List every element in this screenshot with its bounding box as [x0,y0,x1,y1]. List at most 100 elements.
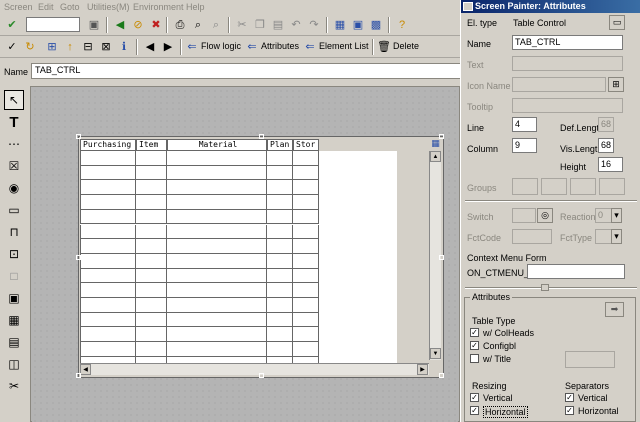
resize-handle[interactable] [76,255,81,260]
pin-icon[interactable]: ↑ [62,39,78,55]
undo-icon[interactable]: ↶ [288,17,304,33]
column-field[interactable]: 9 [512,138,537,153]
check-icon[interactable]: ✓ [4,39,20,55]
configbl-checkbox[interactable]: ✓ [470,341,479,350]
where-used-icon[interactable]: ⊠ [98,39,114,55]
text-attr-label: Text [467,60,484,70]
subscreen-icon[interactable]: ▣ [4,288,24,308]
column-header[interactable]: Item [136,139,167,151]
column-header[interactable]: Plan [267,139,293,151]
sep-horizontal-checkbox[interactable]: ✓ [565,406,574,415]
resize-handle[interactable] [439,134,444,139]
table-control[interactable]: Purchasing Item Material Plan Stor ▦ ▲ ▼… [76,134,444,378]
name-field[interactable]: TAB_CTRL [31,63,461,79]
tabstrip-wizard-icon[interactable]: ⊡ [4,244,24,264]
colheads-checkbox[interactable]: ✓ [470,328,479,337]
cancel-icon[interactable]: ✖ [148,17,164,33]
paste-icon[interactable]: ▤ [270,17,286,33]
title-checkbox[interactable] [470,354,479,363]
fcttype-dropdown-icon[interactable]: ▾ [611,229,622,244]
element-list-button[interactable]: Element List [319,41,369,51]
column-header[interactable]: Material [167,139,267,151]
dialog-title-bar[interactable]: Screen Painter: Attributes [461,0,640,13]
column-header[interactable]: Purchasing [80,139,136,151]
find-next-icon[interactable]: ⌕ [208,17,224,33]
resize-handle[interactable] [439,373,444,378]
flow-logic-button[interactable]: Flow logic [201,41,241,51]
fctcode-label: FctCode [467,233,502,243]
splitter-handle[interactable] [541,284,549,291]
name-attr-field[interactable]: TAB_CTRL [512,35,623,50]
icon-picker-icon[interactable]: ⊞ [608,77,624,92]
resize-handle[interactable] [76,134,81,139]
tooltip-field [512,98,623,113]
element-type-icon[interactable]: ▭ [609,15,625,30]
scroll-up-icon[interactable]: ▲ [430,151,441,162]
menu-utilities[interactable]: Utilities(M) [87,2,130,12]
command-field[interactable] [26,17,80,32]
sep-vertical-checkbox[interactable]: ✓ [565,393,574,402]
line-field[interactable]: 4 [512,117,537,132]
previous-icon[interactable]: ◀ [142,39,158,55]
resize-handle[interactable] [439,255,444,260]
table-cell [167,327,267,343]
layout-icon[interactable]: ▦ [332,17,348,33]
menu-help[interactable]: Help [186,2,205,12]
horizontal-scrollbar[interactable]: ◀ ▶ [80,363,429,375]
box-icon[interactable]: □ [4,266,24,286]
checkbox-icon[interactable]: ☒ [4,156,24,176]
window-icon[interactable]: ▣ [350,17,366,33]
settings-icon[interactable]: ▩ [368,17,384,33]
table-control-icon[interactable]: ▦ [4,310,24,330]
reaction-dropdown-icon[interactable]: ▾ [611,208,622,223]
arrow-left-icon: ⇐ [187,40,197,53]
switch-toggle-icon[interactable]: ◎ [537,208,553,223]
column-header[interactable]: Stor [293,139,319,151]
custom-control-icon[interactable]: ◫ [4,354,24,374]
vis-length-field[interactable]: 68 [598,138,614,153]
back-icon[interactable]: ◀ [112,17,128,33]
next-icon[interactable]: ▶ [160,39,176,55]
scroll-down-icon[interactable]: ▼ [430,348,441,359]
pushbutton-icon[interactable]: ▭ [4,200,24,220]
object-list-icon[interactable]: ⊟ [80,39,96,55]
configbl-label: Configbl [483,341,517,351]
resizing-horizontal-checkbox[interactable]: ✓ [470,406,479,415]
vis-length-label: Vis.Lengtl [560,144,600,154]
cut-icon[interactable]: ✂ [234,17,250,33]
table-settings-icon[interactable]: ▦ [430,138,441,149]
select-pointer-icon[interactable]: ↖ [4,90,24,110]
delete-button[interactable]: Delete [393,41,419,51]
text-field-icon[interactable]: T [4,112,24,132]
radio-button-icon[interactable]: ◉ [4,178,24,198]
height-field[interactable]: 16 [598,157,623,172]
menu-edit[interactable]: Edit [38,2,54,12]
activate-icon[interactable]: ↻ [22,39,38,55]
exit-icon[interactable]: ⊘ [130,17,146,33]
copy-icon[interactable]: ❐ [252,17,268,33]
status-icon[interactable]: ✂ [4,376,24,396]
resize-handle[interactable] [76,373,81,378]
menu-screen[interactable]: Screen [4,2,33,12]
print-icon[interactable]: ⎙ [172,17,188,33]
menu-goto[interactable]: Goto [60,2,80,12]
arrow-right-icon[interactable]: ➡ [605,302,624,317]
scroll-left-icon[interactable]: ◀ [80,364,91,375]
enter-icon[interactable]: ✔ [4,17,20,33]
find-icon[interactable]: ⌕ [190,17,206,33]
table-wizard-icon[interactable]: ▤ [4,332,24,352]
scroll-right-icon[interactable]: ▶ [417,364,428,375]
redo-icon[interactable]: ↷ [306,17,322,33]
resize-handle[interactable] [259,134,264,139]
tabstrip-icon[interactable]: ⊓ [4,222,24,242]
resize-handle[interactable] [259,373,264,378]
menu-environment[interactable]: Environment [133,2,184,12]
resizing-vertical-checkbox[interactable]: ✓ [470,393,479,402]
hierarchy-icon[interactable]: ⊞ [44,39,60,55]
help-icon[interactable]: ? [394,17,410,33]
attributes-button[interactable]: Attributes [261,41,299,51]
info-icon[interactable]: ℹ [116,39,132,55]
save-icon[interactable]: ▣ [86,17,102,33]
input-field-icon[interactable]: ⋯ [4,134,24,154]
context-menu-field[interactable] [527,264,625,279]
